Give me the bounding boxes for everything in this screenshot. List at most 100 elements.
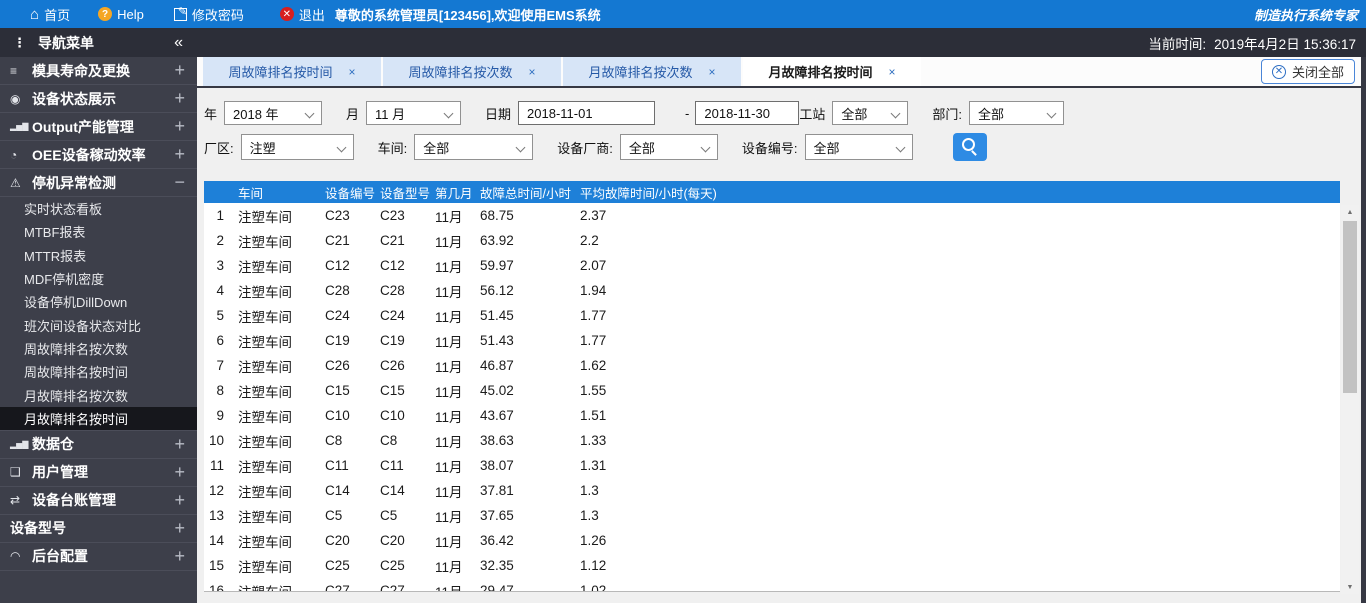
sidebar-item[interactable]: MTTR报表 xyxy=(0,244,197,267)
table-row[interactable]: 2 注塑车间 C21 C21 11月 63.92 2.2 xyxy=(204,228,1340,253)
table-row[interactable]: 10 注塑车间 C8 C8 11月 38.63 1.33 xyxy=(204,428,1340,453)
sidebar-collapse-icon[interactable]: « xyxy=(174,34,183,52)
sidebar-item[interactable]: 月故障排名按次数 xyxy=(0,383,197,406)
date-end-input[interactable]: 2018-11-30 xyxy=(695,101,800,125)
station-select[interactable]: 全部 xyxy=(832,101,909,125)
table-row[interactable]: 9 注塑车间 C10 C10 11月 43.67 1.51 xyxy=(204,403,1340,428)
table-row[interactable]: 3 注塑车间 C12 C12 11月 59.97 2.07 xyxy=(204,253,1340,278)
table-row[interactable]: 13 注塑车间 C5 C5 11月 37.65 1.3 xyxy=(204,503,1340,528)
vertical-scrollbar[interactable]: ▲ ▼ xyxy=(1341,205,1359,594)
expand-toggle-icon[interactable]: + xyxy=(174,490,185,511)
sidebar-item[interactable]: 周故障排名按次数 xyxy=(0,337,197,360)
table-cell: 11月 xyxy=(435,509,463,525)
table-cell: 43.67 xyxy=(480,408,514,423)
menu-dots-icon: ⋮ xyxy=(13,34,26,50)
row-index-cell: 15 xyxy=(208,558,224,573)
sidebar-item[interactable]: 周故障排名按时间 xyxy=(0,360,197,383)
sidebar-item[interactable]: 班次间设备状态对比 xyxy=(0,313,197,336)
sidebar-section[interactable]: ◉ 设备状态展示 + xyxy=(0,85,197,113)
filter-row-1: 年 2018 年月 11 月日期 2018-11-01-2018-11-30 工站 全部部… xyxy=(204,101,1361,125)
sidebar-section[interactable]: ▂▅▇ 数据仓 + xyxy=(0,431,197,459)
month-select[interactable]: 11 月 xyxy=(366,101,462,125)
row-index-cell: 14 xyxy=(208,533,224,548)
logout-icon: ✕ xyxy=(279,7,294,21)
sidebar-item[interactable]: 实时状态看板 xyxy=(0,197,197,220)
expand-toggle-icon[interactable]: + xyxy=(174,60,185,81)
collapse-toggle-icon[interactable]: − xyxy=(174,172,185,193)
year-select[interactable]: 2018 年 xyxy=(224,101,323,125)
table-cell: C14 xyxy=(380,483,405,498)
tab-close-icon[interactable]: × xyxy=(349,65,356,79)
table-header-cell: 车间 xyxy=(238,186,264,201)
table-cell: C10 xyxy=(380,408,405,423)
sidebar-section[interactable]: 设备型号 + xyxy=(0,515,197,543)
help-button[interactable]: ? Help xyxy=(98,7,144,22)
plant-select[interactable]: 注塑 xyxy=(240,134,354,160)
close-all-tabs-button[interactable]: ✕ 关闭全部 xyxy=(1260,59,1355,84)
table-cell: 注塑车间 xyxy=(238,234,292,250)
table-cell: 37.81 xyxy=(480,483,514,498)
table-cell: 11月 xyxy=(435,534,463,550)
device-no-value: 全部 xyxy=(813,140,840,156)
expand-toggle-icon[interactable]: + xyxy=(174,116,185,137)
scrollbar-thumb[interactable] xyxy=(1343,221,1357,393)
sidebar-item[interactable]: MTBF报表 xyxy=(0,220,197,243)
workshop-select[interactable]: 全部 xyxy=(414,134,534,160)
table-row[interactable]: 4 注塑车间 C28 C28 11月 56.12 1.94 xyxy=(204,278,1340,303)
expand-toggle-icon[interactable]: + xyxy=(174,434,185,455)
tab-active[interactable]: 月故障排名按时间 × xyxy=(743,57,921,86)
tab-2[interactable]: 月故障排名按次数 × xyxy=(563,57,741,86)
table-cell: C21 xyxy=(325,233,350,248)
row-index-cell: 12 xyxy=(208,483,224,498)
expand-toggle-icon[interactable]: + xyxy=(174,88,185,109)
sidebar-section[interactable]: ⚠ 停机异常检测 − xyxy=(0,169,197,197)
scroll-up-icon[interactable]: ▲ xyxy=(1341,205,1359,219)
tab-0[interactable]: 周故障排名按时间 × xyxy=(203,57,381,86)
sidebar-item[interactable]: 设备停机DillDown xyxy=(0,290,197,313)
sidebar-item[interactable]: MDF停机密度 xyxy=(0,267,197,290)
table-cell: 11月 xyxy=(435,334,463,350)
table-row[interactable]: 16 注塑车间 C27 C27 11月 29.47 1.02 xyxy=(204,578,1340,591)
table-row[interactable]: 12 注塑车间 C14 C14 11月 37.81 1.3 xyxy=(204,478,1340,503)
date-start-input[interactable]: 2018-11-01 xyxy=(518,101,656,125)
mold-life-icon: ≡ xyxy=(10,63,18,78)
department-select[interactable]: 全部 xyxy=(969,101,1065,125)
change-password-button[interactable]: 修改密码 xyxy=(173,5,244,24)
sidebar-section[interactable]: ≡ 模具寿命及更换 + xyxy=(0,57,197,85)
sidebar-header: ⋮ 导航菜单 « xyxy=(0,28,197,57)
search-button[interactable] xyxy=(952,133,987,161)
tab-1[interactable]: 周故障排名按次数 × xyxy=(383,57,561,86)
table-cell: 1.3 xyxy=(580,508,599,523)
table-row[interactable]: 14 注塑车间 C20 C20 11月 36.42 1.26 xyxy=(204,528,1340,553)
table-cell: 63.92 xyxy=(480,233,514,248)
expand-toggle-icon[interactable]: + xyxy=(174,546,185,567)
tab-close-icon[interactable]: × xyxy=(529,65,536,79)
table-header-cell: 平均故障时间/小时(每天) xyxy=(580,186,717,201)
table-row[interactable]: 11 注塑车间 C11 C11 11月 38.07 1.31 xyxy=(204,453,1340,478)
device-no-select[interactable]: 全部 xyxy=(804,134,913,160)
expand-toggle-icon[interactable]: + xyxy=(174,144,185,165)
tab-close-icon[interactable]: × xyxy=(709,65,716,79)
table-row[interactable]: 6 注塑车间 C19 C19 11月 51.43 1.77 xyxy=(204,328,1340,353)
table-row[interactable]: 7 注塑车间 C26 C26 11月 46.87 1.62 xyxy=(204,353,1340,378)
table-row[interactable]: 8 注塑车间 C15 C15 11月 45.02 1.55 xyxy=(204,378,1340,403)
sidebar-section[interactable]: ◔ OEE设备稼动效率 + xyxy=(0,141,197,169)
table-row[interactable]: 15 注塑车间 C25 C25 11月 32.35 1.12 xyxy=(204,553,1340,578)
row-index-cell: 10 xyxy=(208,433,224,448)
table-row[interactable]: 1 注塑车间 C23 C23 11月 68.75 2.37 xyxy=(204,203,1340,228)
sidebar-section[interactable]: ▂▅▇ Output产能管理 + xyxy=(0,113,197,141)
scroll-down-icon[interactable]: ▼ xyxy=(1341,580,1359,594)
sidebar-item[interactable]: 月故障排名按时间 xyxy=(0,406,197,430)
content-area: 年 2018 年月 11 月日期 2018-11-01-2018-11-30 工站 全部部… xyxy=(197,88,1361,603)
table-row[interactable]: 5 注塑车间 C24 C24 11月 51.45 1.77 xyxy=(204,303,1340,328)
tab-close-icon[interactable]: × xyxy=(889,65,896,79)
expand-toggle-icon[interactable]: + xyxy=(174,462,185,483)
sidebar-section[interactable]: ⇄ 设备台账管理 + xyxy=(0,487,197,515)
logout-button[interactable]: ✕ 退出 xyxy=(279,5,325,24)
expand-toggle-icon[interactable]: + xyxy=(174,518,185,539)
sidebar-section[interactable]: ◠ 后台配置 + xyxy=(0,543,197,571)
chevron-down-icon xyxy=(515,142,526,153)
sidebar-section[interactable]: ❑ 用户管理 + xyxy=(0,459,197,487)
vendor-select[interactable]: 全部 xyxy=(619,134,718,160)
home-button[interactable]: ⌂ 首页 xyxy=(30,5,70,24)
